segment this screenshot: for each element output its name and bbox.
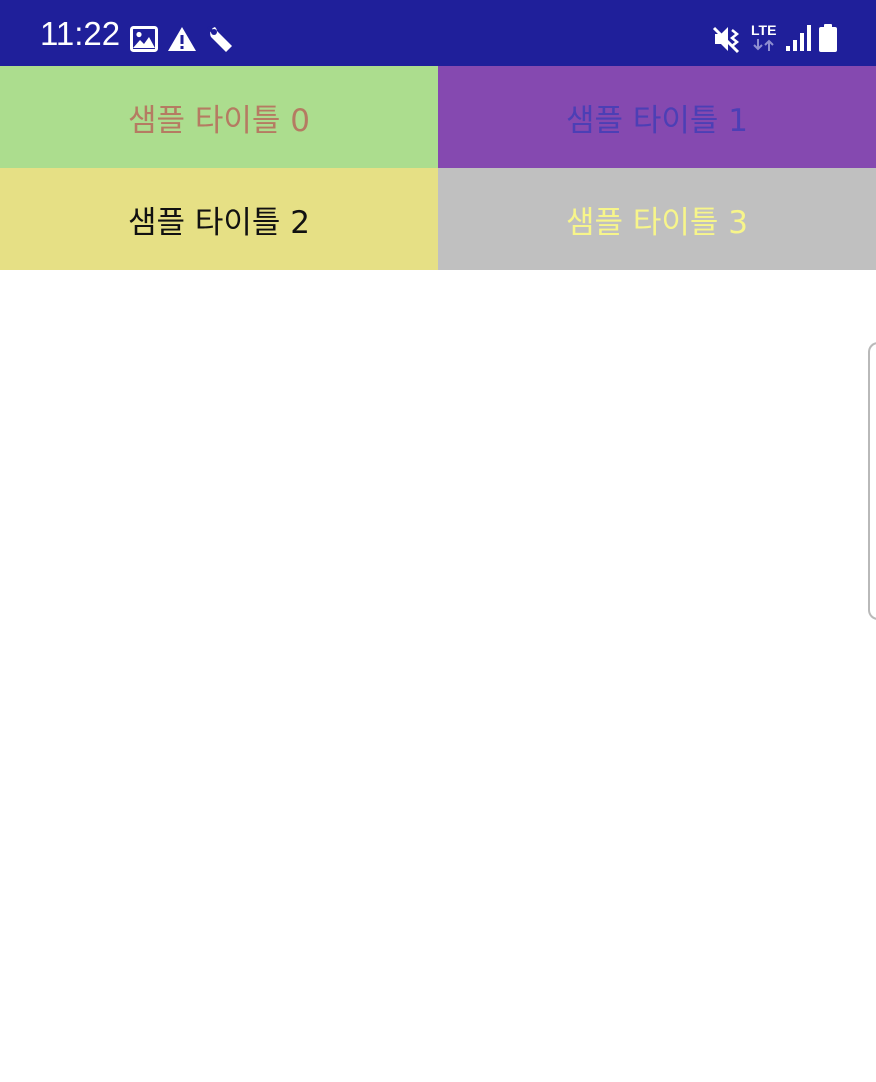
tile-item[interactable]: 샘플 타이틀 2 <box>0 168 438 270</box>
battery-icon <box>819 24 837 52</box>
tile-item[interactable]: 샘플 타이틀 0 <box>0 66 438 168</box>
tile-title: 샘플 타이틀 1 <box>565 102 749 139</box>
tile-item[interactable]: 샘플 타이틀 1 <box>438 66 876 168</box>
tile-title: 샘플 타이틀 0 <box>127 102 311 139</box>
image-icon <box>130 26 158 52</box>
tile-item[interactable]: 샘플 타이틀 3 <box>438 168 876 270</box>
signal-icon <box>786 24 812 52</box>
status-time: 11:22 <box>40 15 121 52</box>
warning-icon <box>167 26 197 52</box>
mute-vibrate-icon <box>712 24 742 54</box>
tile-title: 샘플 타이틀 2 <box>127 204 311 241</box>
lte-label: LTE <box>751 22 777 38</box>
edge-panel-handle[interactable] <box>868 342 876 620</box>
wrench-icon <box>206 24 236 54</box>
tile-title: 샘플 타이틀 3 <box>565 204 749 241</box>
status-bar: 11:22 LTE <box>0 0 876 66</box>
